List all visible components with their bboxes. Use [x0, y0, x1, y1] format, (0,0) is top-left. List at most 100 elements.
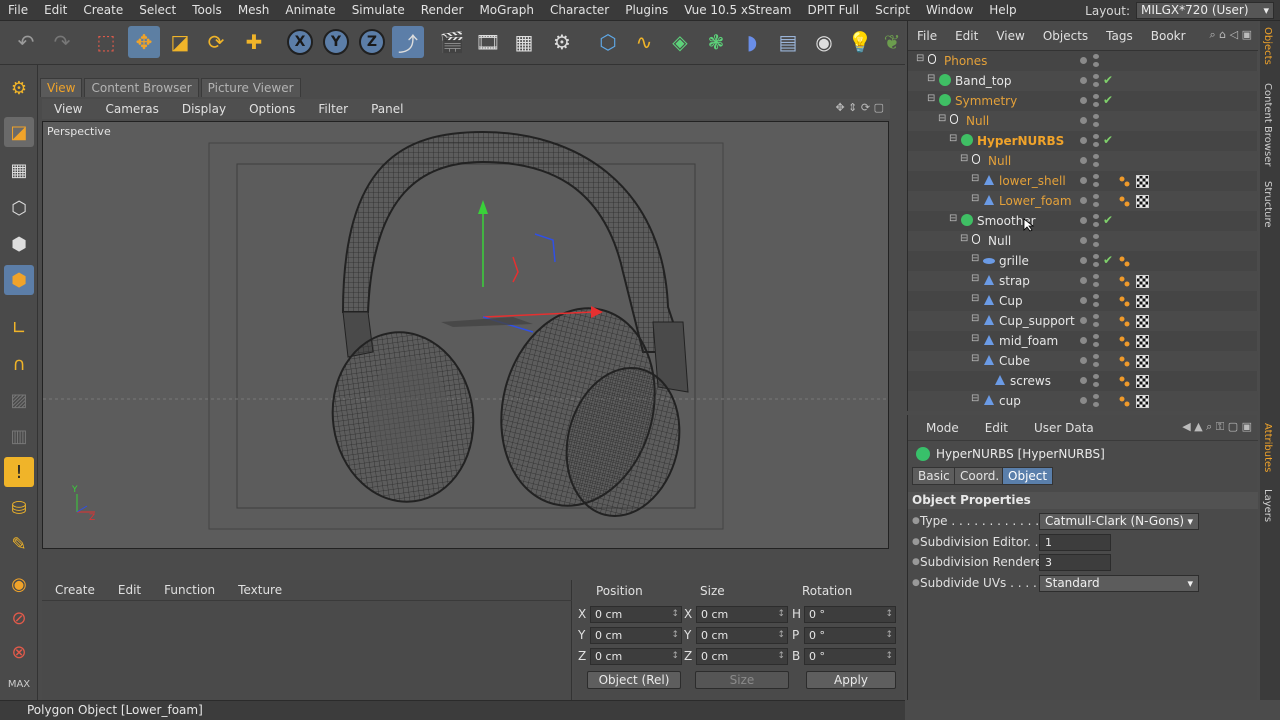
- menu-render[interactable]: Render: [413, 0, 472, 21]
- attributes-menu-user-data[interactable]: User Data: [1016, 421, 1102, 435]
- object-row[interactable]: ⊟ mid_foam: [908, 331, 1258, 351]
- y-axis-lock-button[interactable]: Y: [320, 26, 352, 58]
- render-visibility-dot[interactable]: [1093, 362, 1099, 367]
- phong-tag-icon[interactable]: [1118, 375, 1131, 388]
- render-visibility-dot[interactable]: [1093, 302, 1099, 307]
- material-tag-icon[interactable]: [1136, 315, 1149, 328]
- structure-side-tab[interactable]: Structure: [1262, 181, 1273, 228]
- render-visibility-dot[interactable]: [1093, 142, 1099, 147]
- property-number-field[interactable]: 3: [1039, 554, 1111, 571]
- undo-icon[interactable]: ↶: [10, 26, 42, 58]
- visibility-dot[interactable]: [1080, 277, 1087, 284]
- menu-edit[interactable]: Edit: [36, 0, 75, 21]
- cloner-icon[interactable]: ❃: [700, 26, 732, 58]
- editor-visibility-dot[interactable]: [1093, 174, 1099, 179]
- tab-coord[interactable]: Coord.: [954, 467, 1006, 485]
- edges-mode-icon[interactable]: ⬢: [4, 229, 34, 259]
- tab-basic[interactable]: Basic: [912, 467, 956, 485]
- material-menu-create[interactable]: Create: [42, 583, 105, 597]
- knife-icon[interactable]: ⊘: [4, 603, 34, 633]
- floor-icon[interactable]: ▤: [772, 26, 804, 58]
- paint-bucket-icon[interactable]: ⛁: [4, 493, 34, 523]
- polygons-mode-icon[interactable]: ⬢: [4, 265, 34, 295]
- objects-menu-view[interactable]: View: [987, 29, 1033, 43]
- viewport-perspective[interactable]: Perspective Y Z: [42, 121, 889, 549]
- render-visibility-dot[interactable]: [1093, 62, 1099, 67]
- phong-tag-icon[interactable]: [1118, 175, 1131, 188]
- render-visibility-dot[interactable]: [1093, 402, 1099, 407]
- object-row[interactable]: ⊟ Symmetry ✔: [908, 91, 1258, 111]
- coordinate-mode-dropdown[interactable]: Object (Rel): [587, 671, 681, 689]
- menu-create[interactable]: Create: [75, 0, 131, 21]
- axis-mode-icon[interactable]: ∟: [4, 313, 34, 343]
- cube-primitive-icon[interactable]: ⬡: [592, 26, 624, 58]
- objects-menu-objects[interactable]: Objects: [1034, 29, 1097, 43]
- editor-visibility-dot[interactable]: [1093, 274, 1099, 279]
- expand-toggle-icon[interactable]: ⊟: [949, 133, 957, 144]
- objects-menu-file[interactable]: File: [908, 29, 946, 43]
- material-menu-texture[interactable]: Texture: [225, 583, 292, 597]
- live-selection-icon[interactable]: ⬚: [90, 26, 122, 58]
- render-visibility-dot[interactable]: [1093, 342, 1099, 347]
- render-visibility-dot[interactable]: [1093, 262, 1099, 267]
- material-tag-icon[interactable]: [1136, 295, 1149, 308]
- scale-tool-icon[interactable]: ◪: [164, 26, 196, 58]
- attributes-menu-edit[interactable]: Edit: [967, 421, 1016, 435]
- redo-icon[interactable]: ↷: [46, 26, 78, 58]
- tab-content-browser[interactable]: Content Browser: [84, 78, 199, 97]
- render-visibility-dot[interactable]: [1093, 102, 1099, 107]
- expand-toggle-icon[interactable]: ⊟: [927, 73, 935, 84]
- viewport-menu-panel[interactable]: Panel: [359, 102, 414, 116]
- coord-field-r-2[interactable]: 0 °: [804, 648, 896, 665]
- coord-field-p-1[interactable]: 0 cm: [590, 627, 682, 644]
- sculpt-icon[interactable]: ◉: [4, 569, 34, 599]
- object-row[interactable]: ⊟ cup: [908, 391, 1258, 411]
- tab-object[interactable]: Object: [1002, 467, 1054, 485]
- tab-picture-viewer[interactable]: Picture Viewer: [200, 78, 301, 97]
- object-row[interactable]: ⊟ Band_top ✔: [908, 71, 1258, 91]
- phong-tag-icon[interactable]: [1118, 295, 1131, 308]
- expand-toggle-icon[interactable]: ⊟: [971, 273, 979, 284]
- visibility-dot[interactable]: [1080, 237, 1087, 244]
- render-visibility-dot[interactable]: [1093, 322, 1099, 327]
- object-row[interactable]: ⊟ Cube: [908, 351, 1258, 371]
- expand-toggle-icon[interactable]: ⊟: [960, 153, 968, 164]
- render-visibility-dot[interactable]: [1093, 162, 1099, 167]
- expand-toggle-icon[interactable]: ⊟: [971, 353, 979, 364]
- editor-visibility-dot[interactable]: [1093, 194, 1099, 199]
- object-row[interactable]: ⊟ Null: [908, 111, 1258, 131]
- object-row[interactable]: ⊟ Phones: [908, 51, 1258, 71]
- editor-visibility-dot[interactable]: [1093, 334, 1099, 339]
- menu-window[interactable]: Window: [918, 0, 981, 21]
- expand-toggle-icon[interactable]: ⊟: [971, 393, 979, 404]
- expand-toggle-icon[interactable]: ⊟: [938, 113, 946, 124]
- enabled-check-icon[interactable]: ✔: [1103, 213, 1113, 227]
- menu-file[interactable]: File: [0, 0, 36, 21]
- visibility-dot[interactable]: [1080, 217, 1087, 224]
- editor-visibility-dot[interactable]: [1093, 94, 1099, 99]
- editor-visibility-dot[interactable]: [1093, 214, 1099, 219]
- enabled-check-icon[interactable]: ✔: [1103, 73, 1113, 87]
- menu-help[interactable]: Help: [981, 0, 1024, 21]
- property-dropdown[interactable]: Standard: [1039, 574, 1199, 592]
- object-row[interactable]: ⊟ strap: [908, 271, 1258, 291]
- visibility-dot[interactable]: [1080, 377, 1087, 384]
- menu-dpit-full[interactable]: DPIT Full: [799, 0, 867, 21]
- editor-visibility-dot[interactable]: [1093, 354, 1099, 359]
- make-editable-icon[interactable]: ⚙: [4, 73, 34, 103]
- render-picture-viewer-icon[interactable]: 🎞: [472, 26, 504, 58]
- phong-tag-icon[interactable]: [1118, 315, 1131, 328]
- visibility-dot[interactable]: [1080, 257, 1087, 264]
- editor-visibility-dot[interactable]: [1093, 154, 1099, 159]
- size-mode-dropdown[interactable]: Size: [695, 671, 789, 689]
- render-visibility-dot[interactable]: [1093, 222, 1099, 227]
- material-tag-icon[interactable]: [1136, 195, 1149, 208]
- phong-tag-icon[interactable]: [1118, 335, 1131, 348]
- visibility-dot[interactable]: [1080, 157, 1087, 164]
- expand-toggle-icon[interactable]: ⊟: [927, 93, 935, 104]
- editor-visibility-dot[interactable]: [1093, 114, 1099, 119]
- object-row[interactable]: ⊟ Null: [908, 231, 1258, 251]
- move-tool-icon[interactable]: ✥: [128, 26, 160, 58]
- coord-field-r-0[interactable]: 0 °: [804, 606, 896, 623]
- render-visibility-dot[interactable]: [1093, 182, 1099, 187]
